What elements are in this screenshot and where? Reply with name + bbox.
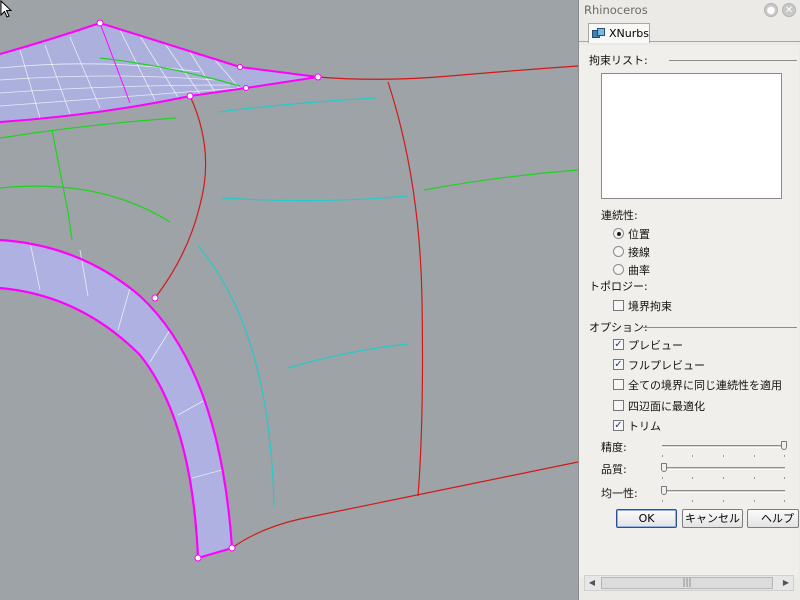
full-preview-checkbox[interactable]: ✓ <box>613 359 624 370</box>
quality-ticks <box>662 477 785 480</box>
quality-slider-thumb[interactable] <box>661 463 667 472</box>
arch-surface[interactable] <box>0 240 232 558</box>
boundary-constraint-label: 境界拘束 <box>628 300 672 313</box>
scroll-left-icon[interactable]: ◀ <box>585 576 599 590</box>
uniformity-ticks <box>662 500 785 503</box>
continuity-tangent-label: 接線 <box>628 246 650 259</box>
pin-icon[interactable]: ● <box>764 3 778 17</box>
quad-optimize-label: 四辺面に最適化 <box>628 400 705 413</box>
trim-checkbox[interactable]: ✓ <box>613 420 624 431</box>
panel-content: 拘束リスト: 連続性: 位置 接線 曲率 トポロジー: 境界拘束 オプション: … <box>579 45 799 591</box>
constraint-list-label: 拘束リスト: <box>589 54 648 67</box>
options-divider <box>643 327 797 328</box>
quality-slider[interactable] <box>662 467 785 470</box>
help-button[interactable]: ヘルプ <box>747 509 799 528</box>
topology-label: トポロジー: <box>589 280 648 293</box>
ok-button[interactable]: OK <box>616 509 677 528</box>
continuity-position-radio[interactable] <box>613 228 624 239</box>
tab-label: XNurbs <box>609 27 649 40</box>
constraint-list-divider <box>669 60 797 61</box>
precision-slider-thumb[interactable] <box>781 441 787 450</box>
same-continuity-checkbox[interactable] <box>613 379 624 390</box>
constraint-listbox[interactable] <box>601 73 782 199</box>
same-continuity-label: 全ての境界に同じ連続性を適用 <box>628 379 782 392</box>
tab-xnurbs[interactable]: XNurbs <box>588 23 650 43</box>
top-surface-patch[interactable] <box>0 23 318 122</box>
trim-label: トリム <box>628 420 661 433</box>
panel-titlebar[interactable]: Rhinoceros ● ✕ <box>579 0 800 20</box>
continuity-position-label: 位置 <box>628 228 650 241</box>
close-icon[interactable]: ✕ <box>782 3 796 17</box>
quality-label: 品質: <box>601 463 627 476</box>
uniformity-slider[interactable] <box>662 490 785 493</box>
boundary-constraint-checkbox[interactable] <box>613 300 624 311</box>
rhino-viewport[interactable] <box>0 0 578 600</box>
model-view[interactable] <box>0 0 578 600</box>
continuity-label: 連続性: <box>601 209 638 222</box>
precision-label: 精度: <box>601 441 627 454</box>
mouse-cursor-icon <box>0 0 13 18</box>
preview-checkbox[interactable]: ✓ <box>613 339 624 350</box>
continuity-curvature-label: 曲率 <box>628 264 650 277</box>
panel-title: Rhinoceros <box>584 3 648 17</box>
uniformity-slider-thumb[interactable] <box>661 486 667 495</box>
preview-label: プレビュー <box>628 339 683 352</box>
scroll-right-icon[interactable]: ▶ <box>779 576 793 590</box>
precision-slider[interactable] <box>662 445 785 448</box>
cancel-button[interactable]: キャンセル <box>682 509 743 528</box>
quad-optimize-checkbox[interactable] <box>613 400 624 411</box>
continuity-curvature-radio[interactable] <box>613 264 624 275</box>
continuity-tangent-radio[interactable] <box>613 246 624 257</box>
precision-ticks <box>662 455 785 458</box>
scrollbar-thumb[interactable]: ||| <box>601 577 773 589</box>
cyan-curves[interactable] <box>197 97 409 507</box>
xnurbs-panel: Rhinoceros ● ✕ XNurbs 拘束リスト: 連続性: 位置 接線 … <box>578 0 800 600</box>
options-label: オプション: <box>589 321 648 334</box>
panel-tabstrip: XNurbs <box>579 20 800 43</box>
horizontal-scrollbar[interactable]: ◀ ||| ▶ <box>584 575 794 591</box>
xnurbs-tab-icon <box>592 27 606 40</box>
uniformity-label: 均一性: <box>601 487 638 500</box>
full-preview-label: フルプレビュー <box>628 359 705 372</box>
